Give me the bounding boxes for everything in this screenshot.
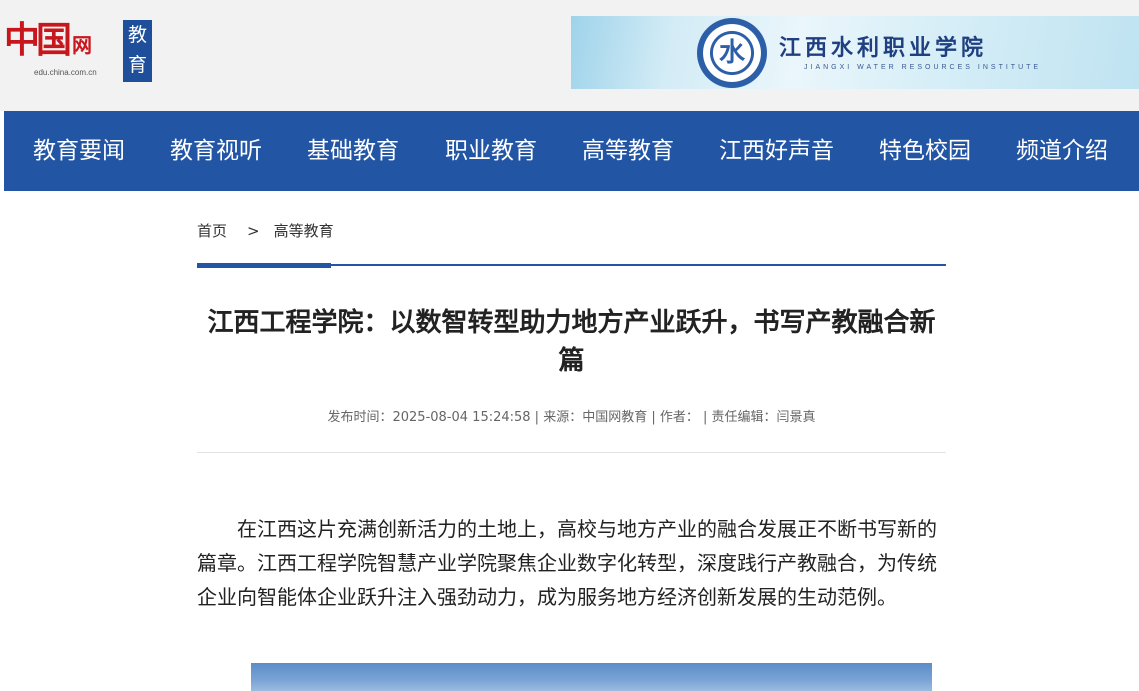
article-title: 江西工程学院：以数智转型助力地方产业跃升，书写产教融合新篇 [207, 308, 936, 376]
article-paragraph: 在江西这片充满创新活力的土地上，高校与地方产业的融合发展正不断书写新的篇章。江西… [197, 517, 937, 609]
nav-item-higher-education[interactable]: 高等教育 [582, 111, 674, 191]
meta-divider [197, 452, 946, 453]
banner-subtitle: JIANGXI WATER RESOURCES INSTITUTE [804, 64, 1042, 71]
breadcrumb-home[interactable]: 首页 [197, 222, 227, 240]
logo-mark-text: 中国 [4, 19, 72, 61]
breadcrumb-divider-accent [197, 263, 331, 268]
nav-item-basic-education[interactable]: 基础教育 [307, 111, 399, 191]
article-meta: 发布时间：2025-08-04 15:24:58 | 来源：中国网教育 | 作者… [327, 410, 816, 425]
breadcrumb-current[interactable]: 高等教育 [274, 222, 334, 240]
channel-label[interactable]: 教育 [123, 20, 152, 82]
institute-emblem-glyph: 水 [718, 38, 745, 68]
breadcrumb-separator: > [247, 222, 260, 240]
nav-item-channel-intro[interactable]: 频道介绍 [1016, 111, 1108, 191]
logo-mark: 中国网 [4, 16, 92, 69]
nav-item-featured-campus[interactable]: 特色校园 [879, 111, 971, 191]
banner-title: 江西水利职业学院 [779, 35, 988, 61]
nav-item-education-video[interactable]: 教育视听 [170, 111, 262, 191]
main-nav: 教育要闻 教育视听 基础教育 职业教育 高等教育 江西好声音 特色校园 频道介绍 [4, 111, 1139, 191]
logo-wang-text: 网 [72, 33, 93, 57]
article-photo [251, 663, 932, 691]
china-com-cn-logo[interactable]: 中国网 edu.china.com.cn 教育 [4, 16, 154, 82]
breadcrumb: 首页 > 高等教育 [197, 220, 334, 241]
nav-item-education-news[interactable]: 教育要闻 [33, 111, 125, 191]
jiangxi-water-institute-banner[interactable]: 水 江西水利职业学院 JIANGXI WATER RESOURCES INSTI… [571, 16, 1139, 89]
nav-item-jiangxi-voice[interactable]: 江西好声音 [719, 111, 834, 191]
logo-url: edu.china.com.cn [34, 68, 97, 77]
nav-item-vocational-education[interactable]: 职业教育 [445, 111, 537, 191]
site-header: 中国网 edu.china.com.cn 教育 水 江西水利职业学院 JIANG… [0, 0, 1139, 111]
